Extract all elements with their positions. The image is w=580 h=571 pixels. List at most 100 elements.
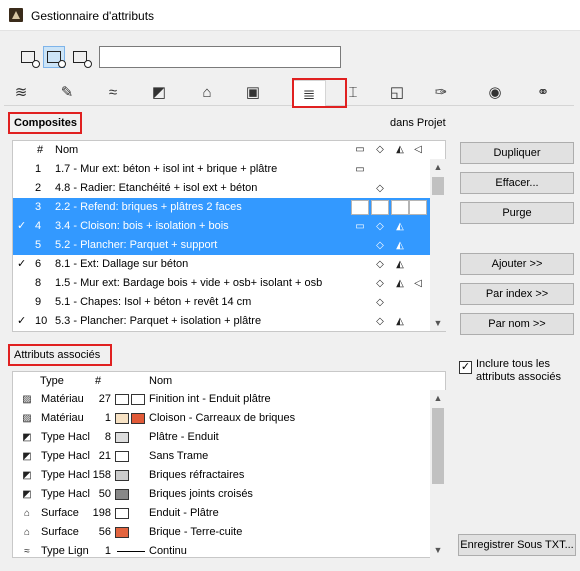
- tab-fill[interactable]: ◩: [142, 80, 176, 104]
- associated-attribute-row[interactable]: ◩ Type Hacl 21 Sans Trame: [13, 447, 431, 466]
- column-header-name[interactable]: Nom: [149, 372, 172, 390]
- column-header-shell-icon[interactable]: ◁: [411, 141, 425, 159]
- composite-row[interactable]: ✓ 6 8.1 - Ext: Dallage sur béton ◇ ◭: [13, 255, 431, 274]
- associated-attribute-row[interactable]: ≈ Type Lign 1 Continu: [13, 542, 431, 558]
- wall-usage-icon: ▭: [355, 221, 365, 232]
- fill-icon: ◩: [151, 84, 167, 101]
- swatch-primary: [115, 412, 129, 424]
- composite-row[interactable]: ✓ 4 3.4 - Cloison: bois + isolation + bois…: [13, 217, 431, 236]
- checkmark-icon: ✓: [460, 361, 471, 373]
- composite-name: 5.3 - Plancher: Parquet + isolation + pl…: [55, 315, 262, 327]
- in-project-checkmark-icon: ✓: [17, 220, 27, 232]
- view-list-button[interactable]: [17, 46, 40, 68]
- layers-icon: ≋: [14, 84, 28, 101]
- delete-button[interactable]: Effacer...: [460, 172, 574, 194]
- tab-layers[interactable]: ≋: [4, 80, 38, 104]
- shell-usage-icon: [411, 236, 425, 255]
- in-project-checkmark-icon: ✓: [17, 258, 27, 270]
- column-header-roof-icon[interactable]: ◭: [393, 141, 407, 159]
- purge-button[interactable]: Purge: [460, 202, 574, 224]
- wall-usage-icon: [353, 255, 367, 274]
- tab-markup-style[interactable]: ✑: [424, 80, 458, 104]
- row-number: 2: [35, 182, 42, 194]
- attribute-type: Surface: [41, 526, 79, 538]
- associated-section-label: Attributs associés: [14, 349, 101, 361]
- include-all-checkbox[interactable]: ✓: [459, 361, 472, 374]
- associated-attribute-row[interactable]: ⌂ Surface 198 Enduit - Plâtre: [13, 504, 431, 523]
- wall-usage-icon: ▭: [355, 164, 365, 175]
- scroll-down-arrow-icon[interactable]: ▼: [430, 315, 446, 331]
- composites-list[interactable]: # Nom ▭ ◇ ◭ ◁ 1 1.7 - Mur ext: béton + is…: [12, 140, 446, 332]
- column-header-wall-icon[interactable]: ▭: [353, 141, 367, 159]
- attribute-type-icon: ≈: [24, 546, 30, 557]
- column-header-name[interactable]: Nom: [55, 141, 78, 159]
- column-header-type[interactable]: Type: [40, 372, 64, 390]
- row-number: 5: [35, 239, 42, 251]
- slab-usage-icon: ◇: [376, 297, 384, 308]
- column-header-slab-icon[interactable]: ◇: [373, 141, 387, 159]
- composite-row[interactable]: 5 5.2 - Plancher: Parquet + support ◇ ◭: [13, 236, 431, 255]
- attribute-type-icon: ◩: [22, 451, 32, 462]
- tab-building-material[interactable]: ▣: [236, 80, 270, 104]
- column-header-num[interactable]: #: [95, 372, 101, 390]
- associated-attribute-row[interactable]: ▨ Matériau 1 Cloison - Carreaux de briques: [13, 409, 431, 428]
- associated-scrollbar[interactable]: ▲ ▼: [430, 390, 446, 558]
- attribute-name: Briques réfractaires: [149, 469, 245, 481]
- tab-zone-category[interactable]: ◱: [380, 80, 414, 104]
- wall-usage-icon: [353, 312, 367, 331]
- by-index-button[interactable]: Par index >>: [460, 283, 574, 305]
- attribute-type: Type Hacl: [41, 450, 90, 462]
- scroll-up-arrow-icon[interactable]: ▲: [430, 159, 446, 175]
- associated-attribute-row[interactable]: ◩ Type Hacl 8 Plâtre - Enduit: [13, 428, 431, 447]
- slab-usage-icon: ▢: [375, 202, 385, 213]
- include-all-label: Inclure tous les attributs associés: [476, 358, 561, 383]
- save-as-txt-button[interactable]: Enregistrer Sous TXT...: [458, 534, 576, 556]
- composite-row[interactable]: 3 2.2 - Refend: briques + plâtres 2 faces…: [13, 198, 431, 217]
- add-button[interactable]: Ajouter >>: [460, 253, 574, 275]
- associated-attribute-row[interactable]: ◩ Type Hacl 158 Briques réfractaires: [13, 466, 431, 485]
- composite-row[interactable]: ✓ 10 5.3 - Plancher: Parquet + isolation +…: [13, 312, 431, 331]
- attribute-swatch: [115, 523, 147, 542]
- composites-section-label: Composites: [14, 117, 77, 129]
- composite-row[interactable]: 9 5.1 - Chapes: Isol + béton + revêt 14 c…: [13, 293, 431, 312]
- scroll-thumb[interactable]: [432, 177, 444, 195]
- in-project-checkmark-icon: [17, 293, 29, 312]
- composite-row[interactable]: 1 1.7 - Mur ext: béton + isol int + briqu…: [13, 160, 431, 179]
- view-split-icon: [47, 51, 66, 68]
- search-input[interactable]: [99, 46, 341, 68]
- associated-attribute-row[interactable]: ⌂ Surface 56 Brique - Terre-cuite: [13, 523, 431, 542]
- tab-pen[interactable]: ✎: [50, 80, 84, 104]
- slab-usage-icon: ◇: [376, 316, 384, 327]
- attribute-swatch: [115, 409, 147, 428]
- duplicate-button[interactable]: Dupliquer: [460, 142, 574, 164]
- tab-line-type[interactable]: ≈: [96, 80, 130, 104]
- tab-link[interactable]: ⚭: [526, 80, 560, 104]
- associated-attributes-list[interactable]: Type # Nom ▨ Matériau 27 Finition int - End…: [12, 371, 446, 558]
- in-project-checkmark-icon: ✓: [17, 315, 27, 327]
- shell-usage-icon: [411, 293, 425, 312]
- view-detail-button[interactable]: [69, 46, 92, 68]
- scroll-thumb[interactable]: [432, 408, 444, 484]
- associated-attribute-row[interactable]: ▨ Matériau 27 Finition int - Enduit plâtre: [13, 390, 431, 409]
- column-header-num[interactable]: #: [37, 141, 43, 159]
- attribute-swatch: [115, 466, 147, 485]
- by-name-button[interactable]: Par nom >>: [460, 313, 574, 335]
- row-number: 3: [35, 201, 42, 213]
- tab-globe[interactable]: ◉: [478, 80, 512, 104]
- swatch-primary: [115, 488, 129, 500]
- composite-name: 5.1 - Chapes: Isol + béton + revêt 14 cm: [55, 296, 252, 308]
- swatch-primary: [115, 393, 129, 405]
- view-split-button[interactable]: [43, 46, 66, 68]
- scroll-up-arrow-icon[interactable]: ▲: [430, 390, 446, 406]
- composites-scrollbar[interactable]: ▲ ▼: [430, 159, 446, 331]
- composite-row[interactable]: 2 4.8 - Radier: Etanchéité + isol ext + b…: [13, 179, 431, 198]
- composites-rows: 1 1.7 - Mur ext: béton + isol int + briqu…: [13, 160, 431, 332]
- attribute-index: 1: [104, 545, 111, 557]
- view-detail-icon: [73, 51, 92, 68]
- scroll-down-arrow-icon[interactable]: ▼: [430, 542, 446, 558]
- attribute-type: Matériau: [41, 412, 84, 424]
- tab-surface-brush[interactable]: ⌂: [190, 80, 224, 104]
- composite-row[interactable]: 8 1.5 - Mur ext: Bardage bois + vide + os…: [13, 274, 431, 293]
- shell-usage-icon: [411, 179, 425, 198]
- associated-attribute-row[interactable]: ◩ Type Hacl 50 Briques joints croisés: [13, 485, 431, 504]
